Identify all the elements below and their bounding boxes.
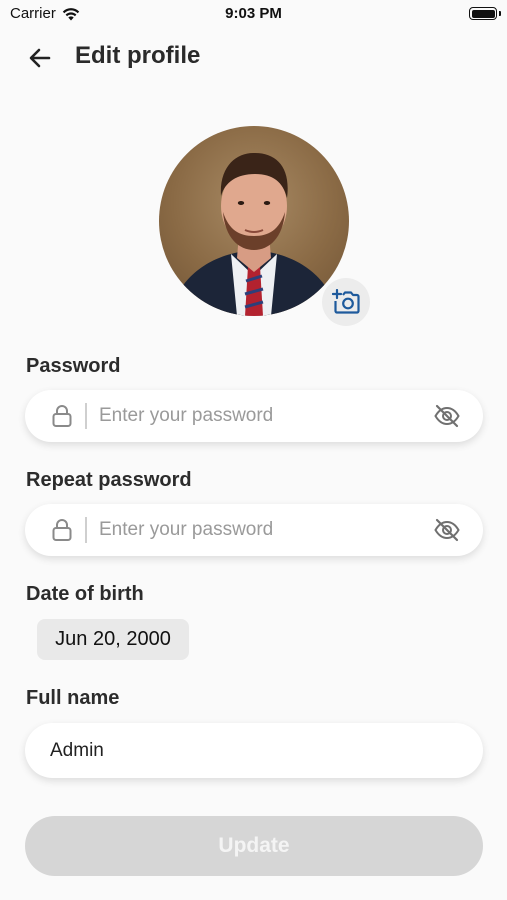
update-button[interactable]: Update	[25, 816, 483, 876]
battery-tip	[499, 11, 501, 16]
full-name-input[interactable]	[50, 723, 450, 778]
header: Edit profile	[0, 38, 507, 78]
avatar-portrait	[169, 152, 339, 316]
add-photo-icon	[332, 289, 360, 314]
change-photo-button[interactable]	[322, 278, 370, 326]
lock-icon	[52, 519, 72, 541]
repeat-password-field[interactable]	[25, 504, 483, 556]
avatar-section	[159, 126, 370, 326]
back-button[interactable]	[26, 44, 54, 72]
arrow-left-icon	[29, 48, 51, 68]
full-name-label: Full name	[26, 687, 120, 709]
input-divider	[85, 403, 87, 429]
page-title: Edit profile	[75, 42, 201, 69]
date-of-birth-picker[interactable]: Jun 20, 2000	[37, 619, 189, 660]
eye-off-icon[interactable]	[433, 516, 461, 544]
password-field[interactable]	[25, 390, 483, 442]
password-label: Password	[26, 355, 121, 377]
repeat-password-input[interactable]	[99, 504, 419, 556]
avatar[interactable]	[159, 126, 349, 316]
full-name-field[interactable]	[25, 723, 483, 778]
eye-off-icon[interactable]	[433, 402, 461, 430]
lock-icon	[52, 405, 72, 427]
battery-icon	[469, 7, 497, 20]
password-input[interactable]	[99, 390, 419, 442]
status-bar: Carrier 9:03 PM	[0, 0, 507, 30]
repeat-password-label: Repeat password	[26, 469, 192, 491]
status-time: 9:03 PM	[225, 5, 282, 22]
input-divider	[85, 517, 87, 543]
date-of-birth-label: Date of birth	[26, 583, 144, 605]
